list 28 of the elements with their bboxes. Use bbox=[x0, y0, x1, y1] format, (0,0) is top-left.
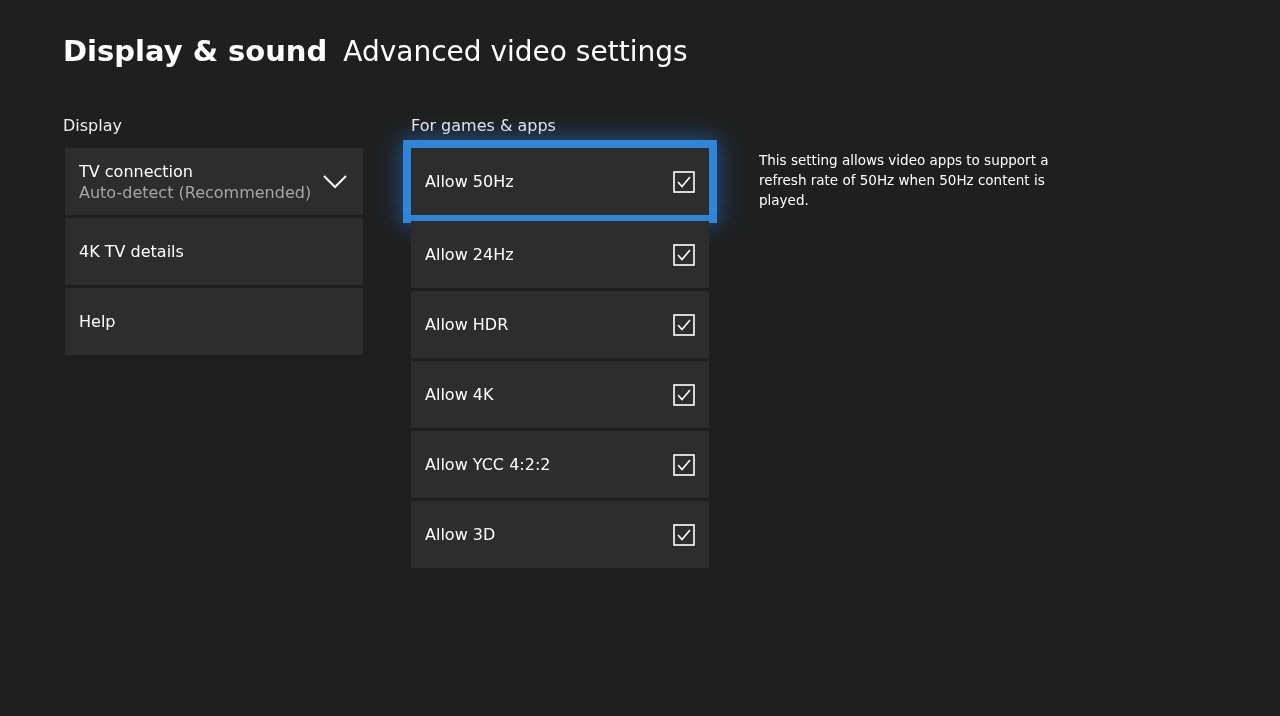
column-heading: For games & apps bbox=[411, 116, 557, 135]
checkbox-tile[interactable]: Allow 4K bbox=[411, 361, 709, 428]
checkbox-tile[interactable]: Allow 24Hz bbox=[411, 221, 709, 288]
checkbox-label: Allow 50Hz bbox=[425, 172, 514, 191]
dropdown-value: Auto-detect (Recommended) bbox=[79, 182, 312, 202]
setting-description: This setting allows video apps to support a refresh rate of 50Hz when 50Hz content is played. bbox=[759, 151, 1050, 210]
checkbox-label: Allow 4K bbox=[425, 385, 494, 404]
checkbox[interactable] bbox=[673, 313, 695, 336]
checkbox-label: Allow 3D bbox=[425, 525, 496, 544]
checkbox[interactable] bbox=[673, 383, 695, 406]
checkbox[interactable] bbox=[673, 523, 695, 546]
checkbox-label: Allow HDR bbox=[425, 315, 509, 334]
checkbox[interactable] bbox=[673, 170, 695, 193]
dropdown-tile[interactable]: TV connection Auto-detect (Recommended) bbox=[65, 148, 363, 215]
checkbox-tile[interactable]: Allow YCC 4:2:2 bbox=[411, 431, 709, 498]
dropdown-label: TV connection bbox=[79, 161, 194, 181]
page-title: Advanced video settings bbox=[343, 35, 688, 68]
checkbox-tile[interactable]: Allow HDR bbox=[411, 291, 709, 358]
checkbox-tile[interactable]: Allow 3D bbox=[411, 501, 709, 568]
checkbox-label: Allow YCC 4:2:2 bbox=[425, 455, 551, 474]
checkbox[interactable] bbox=[673, 243, 695, 266]
section-title: Display & sound bbox=[63, 34, 328, 68]
menu-tile[interactable]: Help bbox=[65, 288, 363, 355]
chevron-down-icon bbox=[323, 174, 347, 189]
column-heading: Display bbox=[63, 116, 123, 135]
checkbox[interactable] bbox=[673, 453, 695, 476]
menu-tile[interactable]: 4K TV details bbox=[65, 218, 363, 285]
checkbox-label: Allow 24Hz bbox=[425, 245, 514, 264]
